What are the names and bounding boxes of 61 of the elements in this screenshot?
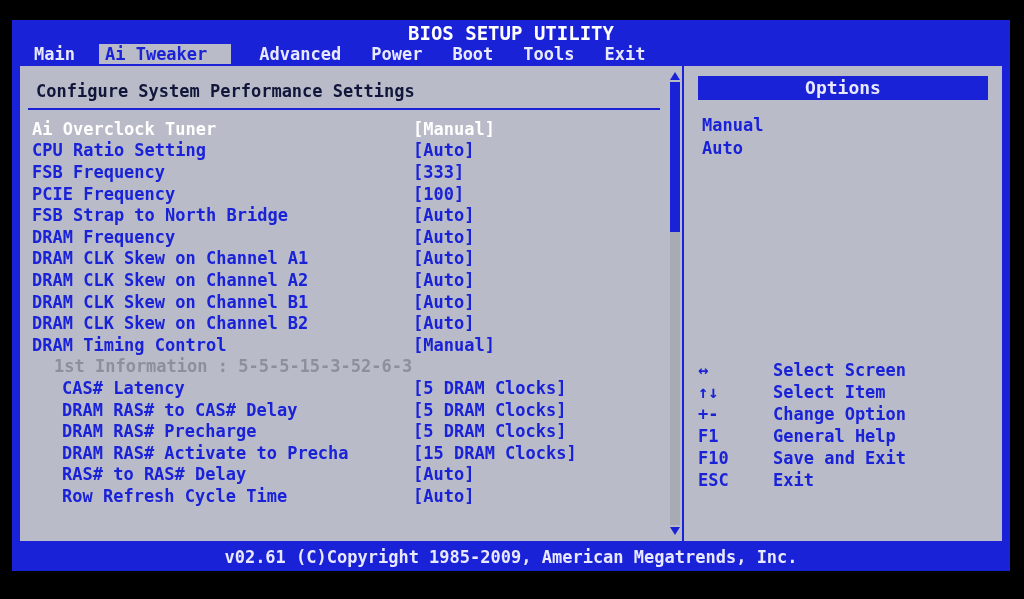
setting-label[interactable]: DRAM CLK Skew on Channel A1 [28, 248, 413, 269]
setting-label[interactable]: DRAM Timing Control [28, 334, 413, 355]
setting-label[interactable]: CPU Ratio Setting [28, 140, 413, 161]
setting-value[interactable]: [Auto] [413, 313, 475, 334]
help-key: ↔ [698, 359, 773, 381]
scroll-thumb[interactable] [670, 82, 680, 232]
setting-label[interactable]: DRAM RAS# Activate to Precha [28, 442, 413, 463]
menu-tab[interactable]: Main [28, 44, 99, 64]
panel-heading: Configure System Performance Settings [28, 72, 660, 110]
help-action: Save and Exit [773, 447, 907, 469]
setting-label[interactable]: DRAM RAS# Precharge [28, 421, 413, 442]
setting-label[interactable]: RAS# to RAS# Delay [28, 464, 413, 485]
setting-value[interactable]: [Auto] [413, 464, 475, 485]
setting-value[interactable]: [Manual] [413, 334, 495, 355]
setting-label[interactable]: FSB Strap to North Bridge [28, 205, 413, 226]
menu-tab[interactable]: Power [365, 44, 447, 64]
setting-value[interactable]: [100] [413, 183, 465, 204]
help-key: +- [698, 403, 773, 425]
scroll-up-icon [670, 72, 680, 80]
help-key: ESC [698, 469, 773, 491]
setting-value[interactable]: [Auto] [413, 485, 475, 506]
setting-value[interactable]: [Auto] [413, 248, 475, 269]
help-key: ↑↓ [698, 381, 773, 403]
setting-value[interactable]: [5 DRAM Clocks] [413, 421, 567, 442]
option-text: Manual [701, 114, 765, 137]
help-key: F10 [698, 447, 773, 469]
menu-tab[interactable]: Boot [446, 44, 518, 64]
menu-tab[interactable]: Exit [598, 44, 670, 64]
setting-value[interactable]: [5 DRAM Clocks] [413, 399, 567, 420]
help-action: General Help [773, 425, 896, 447]
help-action: Select Screen [773, 359, 907, 381]
setting-label[interactable]: Row Refresh Cycle Time [28, 485, 413, 506]
help-action: Change Option [773, 403, 907, 425]
setting-label[interactable]: DRAM Frequency [28, 226, 413, 247]
menu-tab[interactable]: Tools [517, 44, 599, 64]
setting-value[interactable]: [15 DRAM Clocks] [413, 442, 577, 463]
setting-label[interactable]: DRAM RAS# to CAS# Delay [28, 399, 413, 420]
menu-tab[interactable]: Ai Tweaker [98, 44, 232, 64]
copyright-text: v02.61 (C)Copyright 1985-2009, American Megatrends, Inc. [223, 546, 799, 569]
setting-value[interactable]: [333] [413, 162, 465, 182]
setting-value[interactable]: [5 DRAM Clocks] [413, 377, 567, 398]
options-heading: Options [698, 76, 988, 100]
setting-value[interactable]: [Auto] [413, 291, 475, 312]
setting-label[interactable]: DRAM CLK Skew on Channel B2 [28, 313, 413, 334]
help-action: Select Item [773, 381, 886, 403]
window-title: BIOS SETUP UTILITY [407, 21, 615, 44]
setting-value[interactable]: [Auto] [413, 205, 475, 226]
setting-label[interactable]: DRAM CLK Skew on Channel B1 [28, 291, 413, 312]
help-key: F1 [698, 425, 773, 447]
setting-label[interactable]: CAS# Latency [28, 377, 413, 398]
setting-label[interactable]: DRAM CLK Skew on Channel A2 [28, 269, 413, 290]
option-text: Auto [701, 137, 744, 160]
menu-tab[interactable]: Advanced [253, 44, 366, 64]
scroll-down-icon [670, 527, 680, 535]
scroll-track[interactable] [670, 82, 680, 525]
setting-label[interactable]: FSB Frequency [28, 162, 413, 182]
setting-value[interactable]: [Auto] [413, 269, 475, 290]
setting-value[interactable]: [Auto] [413, 226, 475, 247]
setting-label[interactable]: PCIE Frequency [28, 183, 413, 204]
setting-value[interactable]: [Auto] [413, 140, 475, 161]
help-action: Exit [773, 469, 814, 491]
